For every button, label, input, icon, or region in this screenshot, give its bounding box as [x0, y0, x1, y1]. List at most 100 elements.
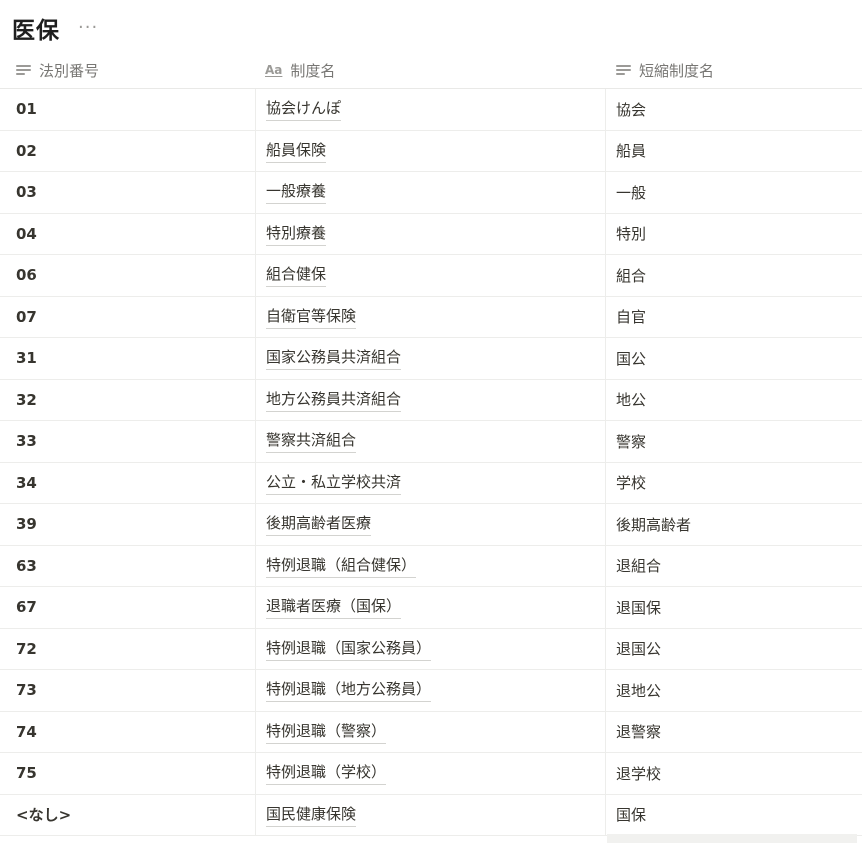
short-name-cell[interactable]: 協会	[606, 89, 862, 130]
code-cell[interactable]: 67	[0, 587, 255, 628]
short-name-cell[interactable]: 後期高齢者	[606, 504, 862, 545]
code-cell[interactable]: 04	[0, 214, 255, 255]
column-header-label: 短縮制度名	[639, 61, 715, 80]
table-row[interactable]: 02 船員保険 船員	[0, 130, 862, 172]
code-cell[interactable]: 02	[0, 131, 255, 172]
code-cell[interactable]: 63	[0, 546, 255, 587]
code-cell[interactable]: 01	[0, 89, 255, 130]
name-cell[interactable]: 特別療養	[255, 213, 606, 254]
short-name-cell[interactable]: 退国公	[606, 629, 862, 670]
code-cell[interactable]: 07	[0, 297, 255, 338]
page-title-link[interactable]: 特例退職（国家公務員）	[266, 637, 432, 661]
code-cell[interactable]: 34	[0, 463, 255, 504]
code-cell[interactable]: 74	[0, 712, 255, 753]
table-row[interactable]: 74 特例退職（警察） 退警察	[0, 711, 862, 753]
more-options-icon[interactable]: ···	[74, 19, 102, 37]
table-row[interactable]: 73 特例退職（地方公務員） 退地公	[0, 670, 862, 712]
table-row[interactable]: 39 後期高齢者医療 後期高齢者	[0, 504, 862, 546]
table-header: 法別番号 Aa 制度名 短縮制度名	[0, 52, 862, 89]
column-header-short-name[interactable]: 短縮制度名	[606, 52, 862, 88]
page-title-link[interactable]: 国民健康保険	[266, 803, 357, 827]
name-cell[interactable]: 自衛官等保険	[255, 296, 606, 337]
page-title: 医保	[12, 18, 60, 44]
page-title-link[interactable]: 特例退職（警察）	[266, 720, 387, 744]
page-title-link[interactable]: 特例退職（学校）	[266, 761, 387, 786]
name-cell[interactable]: 警察共済組合	[255, 421, 606, 462]
page-title-link[interactable]: 船員保険	[266, 139, 327, 163]
code-cell[interactable]: 06	[0, 255, 255, 296]
short-name-cell[interactable]: 自官	[606, 297, 862, 338]
name-cell[interactable]: 公立・私立学校共済	[255, 462, 606, 503]
code-cell[interactable]: 72	[0, 629, 255, 670]
table-row[interactable]: 34 公立・私立学校共済 学校	[0, 462, 862, 504]
table-row[interactable]: <なし> 国民健康保険 国保	[0, 794, 862, 836]
name-cell[interactable]: 国民健康保険	[255, 794, 606, 835]
table-row[interactable]: 67 退職者医療（国保） 退国保	[0, 587, 862, 629]
short-name-cell[interactable]: 警察	[606, 421, 862, 462]
short-name-cell[interactable]: 船員	[606, 131, 862, 172]
name-cell[interactable]: 特例退職（学校）	[255, 753, 606, 794]
table-row[interactable]: 04 特別療養 特別	[0, 213, 862, 255]
table-row[interactable]: 72 特例退職（国家公務員） 退国公	[0, 628, 862, 670]
name-cell[interactable]: 国家公務員共済組合	[255, 338, 606, 379]
page-title-link[interactable]: 協会けんぽ	[266, 97, 342, 122]
code-cell[interactable]: 03	[0, 172, 255, 213]
short-name-cell[interactable]: 学校	[606, 463, 862, 504]
title-aa-icon: Aa	[265, 63, 283, 77]
table-row[interactable]: 63 特例退職（組合健保） 退組合	[0, 545, 862, 587]
table-row[interactable]: 75 特例退職（学校） 退学校	[0, 753, 862, 795]
page-title-link[interactable]: 後期高齢者医療	[266, 512, 372, 537]
code-cell[interactable]: <なし>	[0, 795, 255, 836]
page-title-link[interactable]: 地方公務員共済組合	[266, 388, 402, 412]
database-table: 法別番号 Aa 制度名 短縮制度名 01 協会けんぽ 協会 02 船員保険 船員 03 一般療…	[0, 52, 862, 836]
page-title-link[interactable]: 警察共済組合	[266, 429, 357, 454]
short-name-cell[interactable]: 一般	[606, 172, 862, 213]
code-cell[interactable]: 33	[0, 421, 255, 462]
name-cell[interactable]: 一般療養	[255, 172, 606, 213]
short-name-cell[interactable]: 国保	[606, 795, 862, 836]
code-cell[interactable]: 31	[0, 338, 255, 379]
code-cell[interactable]: 73	[0, 670, 255, 711]
short-name-cell[interactable]: 国公	[606, 338, 862, 379]
name-cell[interactable]: 特例退職（警察）	[255, 711, 606, 752]
page-title-link[interactable]: 国家公務員共済組合	[266, 346, 402, 371]
name-cell[interactable]: 特例退職（国家公務員）	[255, 628, 606, 669]
column-header-code[interactable]: 法別番号	[0, 52, 255, 88]
page-title-link[interactable]: 組合健保	[266, 263, 327, 288]
short-name-cell[interactable]: 退警察	[606, 712, 862, 753]
page-title-link[interactable]: 公立・私立学校共済	[266, 471, 402, 495]
page-header: 医保 ···	[12, 8, 102, 48]
code-cell[interactable]: 39	[0, 504, 255, 545]
table-row[interactable]: 01 協会けんぽ 協会	[0, 89, 862, 131]
page-title-link[interactable]: 自衛官等保険	[266, 305, 357, 329]
table-row[interactable]: 06 組合健保 組合	[0, 255, 862, 297]
short-name-cell[interactable]: 退学校	[606, 753, 862, 794]
page-title-link[interactable]: 特例退職（地方公務員）	[266, 678, 432, 703]
table-row[interactable]: 32 地方公務員共済組合 地公	[0, 379, 862, 421]
page-title-link[interactable]: 一般療養	[266, 180, 327, 205]
table-row[interactable]: 31 国家公務員共済組合 国公	[0, 338, 862, 380]
table-row[interactable]: 33 警察共済組合 警察	[0, 421, 862, 463]
name-cell[interactable]: 地方公務員共済組合	[255, 379, 606, 420]
short-name-cell[interactable]: 組合	[606, 255, 862, 296]
name-cell[interactable]: 後期高齢者医療	[255, 504, 606, 545]
column-header-name[interactable]: Aa 制度名	[255, 52, 606, 88]
short-name-cell[interactable]: 特別	[606, 214, 862, 255]
name-cell[interactable]: 船員保険	[255, 130, 606, 171]
name-cell[interactable]: 特例退職（地方公務員）	[255, 670, 606, 711]
table-row[interactable]: 03 一般療養 一般	[0, 172, 862, 214]
name-cell[interactable]: 組合健保	[255, 255, 606, 296]
code-cell[interactable]: 32	[0, 380, 255, 421]
page-title-link[interactable]: 退職者医療（国保）	[266, 595, 402, 620]
short-name-cell[interactable]: 地公	[606, 380, 862, 421]
page-title-link[interactable]: 特例退職（組合健保）	[266, 554, 417, 578]
code-cell[interactable]: 75	[0, 753, 255, 794]
name-cell[interactable]: 協会けんぽ	[255, 89, 606, 130]
name-cell[interactable]: 特例退職（組合健保）	[255, 545, 606, 586]
short-name-cell[interactable]: 退組合	[606, 546, 862, 587]
short-name-cell[interactable]: 退地公	[606, 670, 862, 711]
name-cell[interactable]: 退職者医療（国保）	[255, 587, 606, 628]
table-row[interactable]: 07 自衛官等保険 自官	[0, 296, 862, 338]
page-title-link[interactable]: 特別療養	[266, 222, 327, 246]
short-name-cell[interactable]: 退国保	[606, 587, 862, 628]
